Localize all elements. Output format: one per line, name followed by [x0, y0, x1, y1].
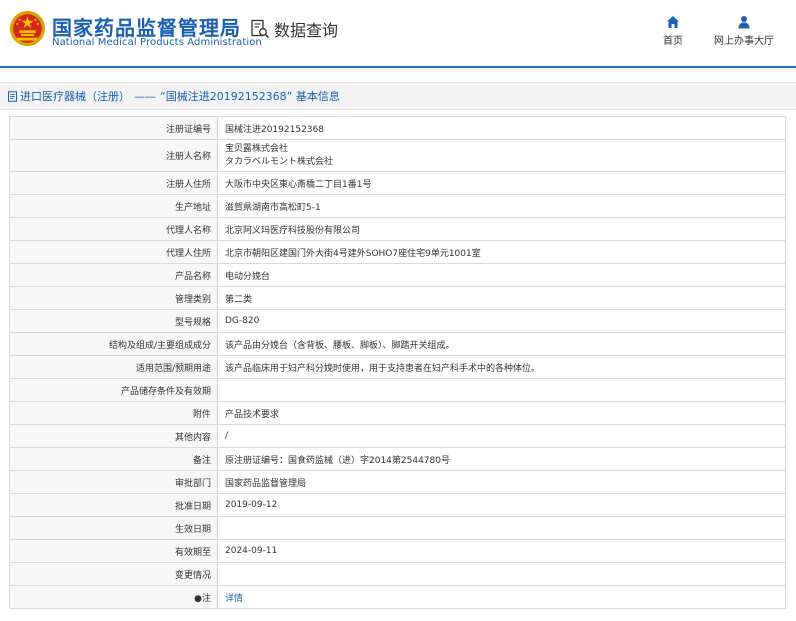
table-row: 注册人名称 宝贝露株式会社 タカラベルモント株式会社 — [9, 139, 786, 172]
field-label: 产品名称 — [9, 263, 218, 287]
table-row: 产品名称 电动分娩台 — [9, 263, 786, 287]
field-label: 附件 — [9, 401, 218, 425]
table-row: ●注 详情 — [9, 585, 786, 609]
person-icon — [738, 16, 750, 29]
field-label: 代理人住所 — [9, 240, 218, 264]
field-value: 详情 — [217, 585, 786, 609]
breadcrumb-current-page: “国械注进20192152368” 基本信息 — [160, 90, 340, 103]
national-emblem-icon — [9, 10, 46, 47]
table-row: 型号规格 DG-820 — [9, 309, 786, 333]
field-label: 备注 — [9, 447, 218, 471]
nav-home[interactable]: 首页 — [663, 15, 683, 47]
table-row: 注册人住所 大阪市中央区東心斎橋二丁目1番1号 — [9, 171, 786, 195]
field-label: 变更情况 — [9, 562, 218, 586]
pin-icon: ● — [194, 593, 202, 604]
nav-online-hall-label: 网上办事大厅 — [714, 36, 774, 47]
home-icon — [667, 16, 679, 28]
table-row: 注册证编号 国械注进20192152368 — [9, 116, 786, 140]
nav-online-hall[interactable]: 网上办事大厅 — [714, 15, 774, 47]
registration-info-table: 注册证编号 国械注进20192152368 注册人名称 宝贝露株式会社 タカラベ… — [9, 116, 786, 609]
field-value: 北京市朝阳区建国门外大街4号建外SOHO7座住宅9单元1001室 — [217, 240, 786, 264]
table-row: 变更情况 — [9, 562, 786, 586]
field-label: 注册人住所 — [9, 171, 218, 195]
field-value: 北京阿义玛医疗科技股份有限公司 — [217, 217, 786, 241]
field-value: 该产品由分娩台（含背板、腰板、脚板）、脚踏开关组成。 — [217, 332, 786, 356]
field-value — [217, 378, 786, 402]
details-link[interactable]: 详情 — [225, 594, 243, 604]
table-row: 适用范围/预期用途 该产品临床用于妇产科分娩时使用，用于支持患者在妇产科手术中的… — [9, 355, 786, 379]
breadcrumb-separator: —— — [134, 89, 156, 103]
breadcrumb: 进口医疗器械（注册） —— “国械注进20192152368” 基本信息 — [0, 82, 796, 110]
field-value — [217, 562, 786, 586]
field-value: DG-820 — [217, 309, 786, 333]
field-value: 第二类 — [217, 286, 786, 310]
field-value: 宝贝露株式会社 タカラベルモント株式会社 — [217, 139, 786, 172]
registrant-name-line: タカラベルモント株式会社 — [225, 156, 334, 167]
field-value: 电动分娩台 — [217, 263, 786, 287]
field-label: 管理类别 — [9, 286, 218, 310]
table-row: 产品储存条件及有效期 — [9, 378, 786, 402]
table-row: 代理人住所 北京市朝阳区建国门外大街4号建外SOHO7座住宅9单元1001室 — [9, 240, 786, 264]
field-value: 滋賀県湖南市高松町5-1 — [217, 194, 786, 218]
table-row: 管理类别 第二类 — [9, 286, 786, 310]
field-label: 审批部门 — [9, 470, 218, 494]
field-value: 国械注进20192152368 — [217, 116, 786, 140]
note-label-cell: ●注 — [9, 585, 218, 609]
registrant-name-line: 宝贝露株式会社 — [225, 143, 289, 154]
field-value: 大阪市中央区東心斎橋二丁目1番1号 — [217, 171, 786, 195]
table-row: 其他内容 / — [9, 424, 786, 448]
field-label: 注 — [201, 593, 211, 604]
field-value: 产品技术要求 — [217, 401, 786, 425]
document-search-icon — [251, 19, 270, 39]
table-row: 生产地址 滋賀県湖南市高松町5-1 — [9, 194, 786, 218]
field-label: 注册人名称 — [9, 139, 218, 172]
table-row: 代理人名称 北京阿义玛医疗科技股份有限公司 — [9, 217, 786, 241]
field-label: 适用范围/预期用途 — [9, 355, 218, 379]
field-value: 国家药品监督管理局 — [217, 470, 786, 494]
nav-home-label: 首页 — [663, 36, 683, 47]
field-value: / — [217, 424, 786, 448]
field-label: 产品储存条件及有效期 — [9, 378, 218, 402]
field-value: 该产品临床用于妇产科分娩时使用，用于支持患者在妇产科手术中的各种体位。 — [217, 355, 786, 379]
table-row: 生效日期 — [9, 516, 786, 540]
field-label: 生效日期 — [9, 516, 218, 540]
field-label: 其他内容 — [9, 424, 218, 448]
field-label: 型号规格 — [9, 309, 218, 333]
field-value: 2024-09-11 — [217, 539, 786, 563]
field-label: 代理人名称 — [9, 217, 218, 241]
data-query-label: 数据查询 — [274, 21, 339, 40]
table-row: 审批部门 国家药品监督管理局 — [9, 470, 786, 494]
breadcrumb-category-link[interactable]: 进口医疗器械（注册） — [20, 88, 130, 104]
field-label: 有效期至 — [9, 539, 218, 563]
table-row: 备注 原注册证编号：国食药监械（进）字2014第2544780号 — [9, 447, 786, 471]
field-label: 生产地址 — [9, 194, 218, 218]
table-row: 附件 产品技术要求 — [9, 401, 786, 425]
field-value: 原注册证编号：国食药监械（进）字2014第2544780号 — [217, 447, 786, 471]
site-header: 国家药品监督管理局 National Medical Products Admi… — [0, 0, 796, 68]
table-row: 有效期至 2024-09-11 — [9, 539, 786, 563]
table-row: 批准日期 2019-09-12 — [9, 493, 786, 517]
field-value: 2019-09-12 — [217, 493, 786, 517]
field-label: 结构及组成/主要组成成分 — [9, 332, 218, 356]
site-subtitle: National Medical Products Administration — [52, 37, 262, 48]
data-query-link[interactable]: 数据查询 — [250, 17, 338, 41]
field-label: 批准日期 — [9, 493, 218, 517]
field-value — [217, 516, 786, 540]
table-row: 结构及组成/主要组成成分 该产品由分娩台（含背板、腰板、脚板）、脚踏开关组成。 — [9, 332, 786, 356]
document-icon — [8, 90, 17, 102]
field-label: 注册证编号 — [9, 116, 218, 140]
